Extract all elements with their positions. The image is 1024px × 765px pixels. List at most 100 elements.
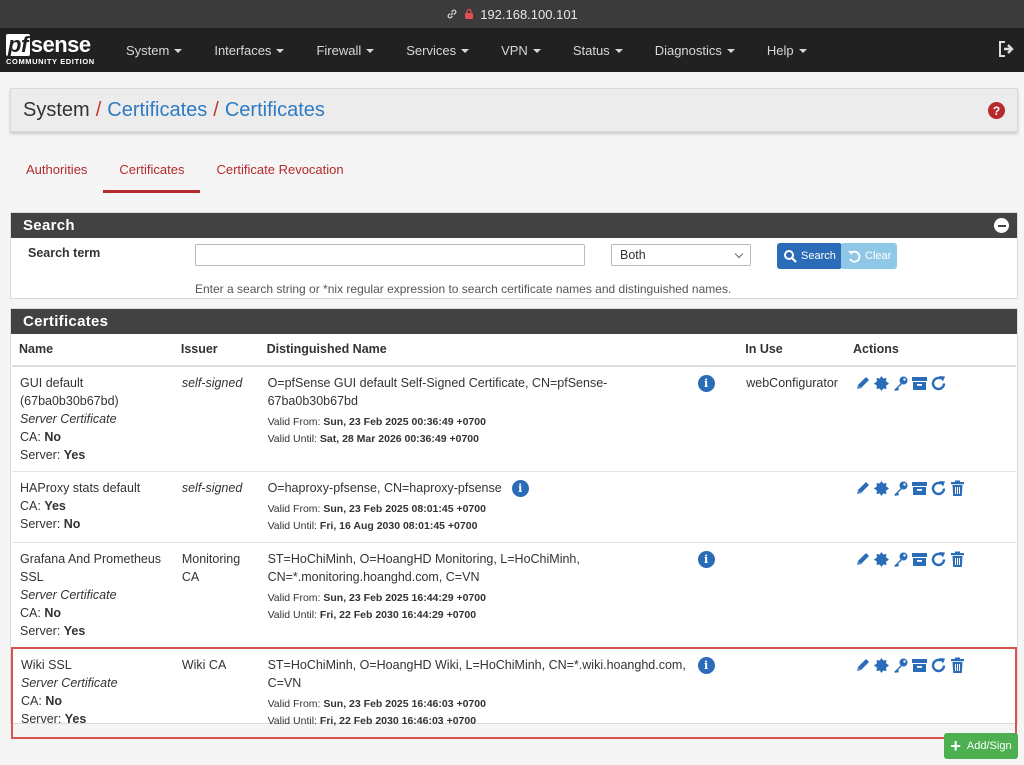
lock-insecure-icon (464, 8, 474, 20)
column-header-in-use[interactable]: In Use (738, 334, 846, 367)
search-panel-heading: Search (11, 213, 1017, 238)
key-icon[interactable] (892, 657, 909, 674)
archive-icon[interactable] (911, 551, 928, 568)
caret-down-icon (614, 49, 623, 53)
search-help-text: Enter a search string or *nix regular ex… (195, 282, 732, 296)
cert-name: Grafana And Prometheus SSL (20, 552, 162, 584)
server-value: Yes (64, 712, 87, 726)
breadcrumb-panel: System / Certificates / Certificates ? (10, 88, 1018, 132)
cert-issuer: Wiki CA (181, 658, 227, 672)
archive-icon[interactable] (911, 657, 928, 674)
search-button-label: Search (801, 250, 836, 262)
archive-icon[interactable] (911, 480, 928, 497)
chevron-down-icon (734, 249, 744, 258)
menu-help-label: Help (766, 42, 794, 58)
cert-issuer-cell: self-signed (173, 366, 260, 472)
valid-from-label: Valid From: (267, 592, 321, 604)
valid-from-value: Sun, 23 Feb 2025 00:36:49 +0700 (323, 416, 486, 428)
key-icon[interactable] (892, 480, 909, 497)
caret-down-icon (532, 49, 541, 53)
undo-icon (848, 250, 861, 263)
certificate-icon[interactable] (873, 480, 890, 497)
trash-icon[interactable] (949, 480, 966, 497)
cert-issuer-cell: Monitoring CA (173, 542, 260, 649)
add-sign-label: Add/Sign (966, 740, 1012, 752)
caret-down-icon (276, 49, 285, 53)
help-icon[interactable]: ? (988, 102, 1005, 119)
renew-icon[interactable] (930, 480, 947, 497)
add-sign-button[interactable]: + Add/Sign (944, 733, 1018, 759)
cert-issuer: self-signed (181, 376, 243, 390)
column-header-actions: Actions (845, 334, 1016, 367)
valid-until-label: Valid Until: (267, 715, 317, 727)
ca-value: No (44, 606, 61, 620)
cert-dn: ST=HoChiMinh, O=HoangHD Monitoring, L=Ho… (267, 552, 580, 584)
column-header-name[interactable]: Name (12, 334, 174, 367)
menu-help[interactable]: Help (751, 28, 823, 72)
pencil-icon[interactable] (854, 480, 871, 497)
search-input[interactable] (195, 244, 585, 266)
breadcrumb-current[interactable]: Certificates (225, 99, 325, 122)
search-panel: Search Search term Both Search Clear Ent… (10, 212, 1018, 299)
clear-button[interactable]: Clear (841, 243, 898, 269)
top-navbar: pf sense COMMUNITY EDITION System Interfa… (0, 28, 1024, 72)
collapse-icon[interactable] (994, 218, 1009, 233)
logout-icon[interactable] (998, 41, 1016, 60)
address-url: 192.168.100.101 (480, 6, 578, 22)
pencil-icon[interactable] (854, 375, 871, 392)
column-header-issuer[interactable]: Issuer (173, 334, 260, 367)
trash-icon[interactable] (949, 657, 966, 674)
cert-issuer-cell: Wiki CA (173, 647, 260, 739)
menu-vpn-label: VPN (501, 42, 528, 58)
search-button[interactable]: Search (777, 243, 842, 269)
cert-name-cell: Grafana And Prometheus SSL Server Certifi… (12, 542, 174, 649)
menu-diagnostics[interactable]: Diagnostics (639, 28, 751, 72)
menu-firewall[interactable]: Firewall (300, 28, 390, 72)
pfsense-logo[interactable]: pf sense COMMUNITY EDITION (0, 34, 110, 66)
cert-actions-cell (845, 471, 1016, 543)
cert-server-flag: Server: Yes (20, 446, 166, 464)
info-icon[interactable]: i (697, 657, 715, 674)
table-row: Wiki SSL Server Certificate CA: No Server: … (11, 647, 1018, 739)
clear-button-label: Clear (865, 250, 892, 262)
key-icon[interactable] (892, 375, 909, 392)
cert-ca-flag: CA: No (21, 692, 166, 710)
cert-server-flag: Server: No (20, 515, 166, 533)
renew-icon[interactable] (930, 375, 947, 392)
info-icon[interactable]: i (511, 480, 529, 497)
cert-dn: ST=HoChiMinh, O=HoangHD Wiki, L=HoChiMin… (267, 658, 686, 690)
pencil-icon[interactable] (854, 657, 871, 674)
pencil-icon[interactable] (854, 551, 871, 568)
info-icon[interactable]: i (697, 551, 715, 568)
certificates-panel: Certificates Name Issuer Distinguished N… (10, 308, 1018, 739)
browser-address-bar[interactable]: 192.168.100.101 (0, 0, 1024, 28)
server-label: Server: (20, 624, 61, 638)
archive-icon[interactable] (911, 375, 928, 392)
cert-issuer: self-signed (181, 481, 243, 495)
menu-interfaces[interactable]: Interfaces (198, 28, 300, 72)
cert-valid-dates: Valid From: Sun, 23 Feb 2025 08:01:45 +0… (268, 501, 731, 535)
renew-icon[interactable] (930, 551, 947, 568)
cert-ca-flag: CA: Yes (20, 497, 166, 515)
certificate-icon[interactable] (873, 551, 890, 568)
trash-icon[interactable] (949, 551, 966, 568)
info-icon[interactable]: i (697, 375, 715, 392)
plus-icon: + (950, 736, 961, 756)
server-label: Server: (20, 448, 61, 462)
search-scope-select[interactable]: Both (611, 244, 751, 266)
menu-vpn[interactable]: VPN (485, 28, 557, 72)
key-icon[interactable] (892, 551, 909, 568)
menu-system[interactable]: System (110, 28, 198, 72)
renew-icon[interactable] (930, 657, 947, 674)
menu-status[interactable]: Status (557, 28, 639, 72)
certificate-icon[interactable] (873, 657, 890, 674)
menu-firewall-label: Firewall (316, 42, 362, 58)
tab-certificate-revocation[interactable]: Certificate Revocation (200, 152, 359, 193)
valid-from-label: Valid From: (267, 698, 321, 710)
tab-authorities[interactable]: Authorities (10, 152, 103, 193)
tab-certificates[interactable]: Certificates (103, 152, 201, 193)
column-header-dn[interactable]: Distinguished Name (259, 334, 739, 367)
menu-services[interactable]: Services (390, 28, 485, 72)
certificate-icon[interactable] (873, 375, 890, 392)
breadcrumb-certificates-link[interactable]: Certificates (107, 99, 207, 122)
